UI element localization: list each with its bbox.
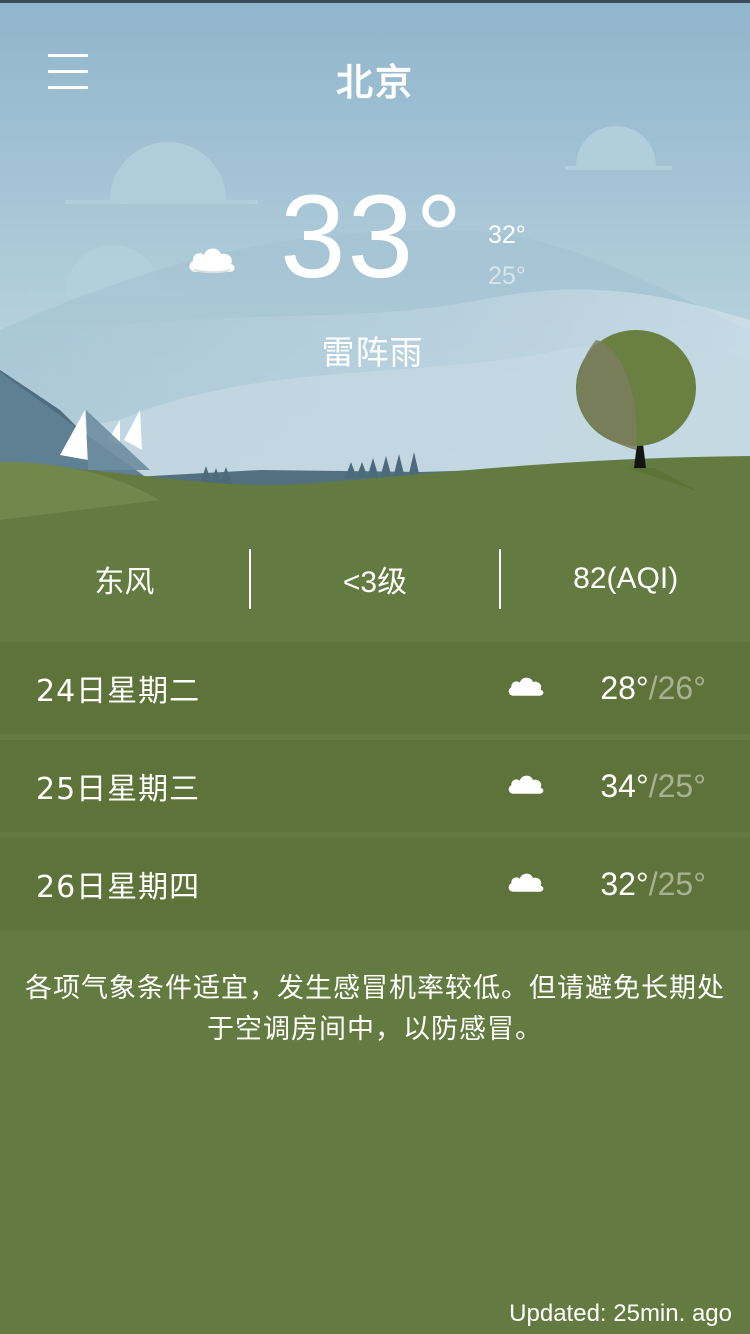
forecast-low: 26° [657,669,706,706]
weather-stats-bar: 东风 <3级 82(AQI) [0,548,750,610]
forecast-row[interactable]: 26日星期四 32°/25° [0,838,750,930]
forecast-day: 24日星期二 [36,674,201,709]
temperature-separator: / [648,669,658,706]
top-border [0,0,750,3]
temperature-separator: / [648,865,658,902]
cloud-icon [508,775,544,794]
cloud-icon [508,873,544,892]
current-high-temperature: 32° [488,221,526,249]
forecast-low: 25° [657,865,706,902]
current-low-temperature: 25° [488,262,526,290]
health-advice-text: 各项气象条件适宜，发生感冒机率较低。但请避免长期处于空调房间中，以防感冒。 [25,973,725,1045]
cloud-icon [189,248,235,274]
forecast-list: 24日星期二 28°/26° 25日星期三 34°/25° 26日星期四 32°… [0,642,750,936]
forecast-row[interactable]: 24日星期二 28°/26° [0,642,750,734]
forecast-day: 25日星期三 [36,772,201,807]
wind-direction: 东风 [94,566,155,599]
temperature-separator: / [648,767,658,804]
forecast-row[interactable]: 25日星期三 34°/25° [0,740,750,832]
air-quality-index: 82(AQI) [573,562,679,595]
forecast-high: 28° [600,669,649,706]
cloud-icon [508,677,544,696]
last-updated-text: Updated: 25min. ago [509,1300,732,1327]
forecast-temperatures: 32°/25° [600,866,706,903]
city-title: 北京 [336,61,414,104]
forecast-high: 34° [600,767,649,804]
current-temperature: 33° [280,171,465,303]
forecast-temperatures: 28°/26° [600,670,706,707]
forecast-low: 25° [657,767,706,804]
forecast-temperatures: 34°/25° [600,768,706,805]
weather-condition: 雷阵雨 [321,333,424,372]
wind-level: <3级 [342,566,408,599]
forecast-high: 32° [600,865,649,902]
forecast-day: 26日星期四 [36,870,201,905]
